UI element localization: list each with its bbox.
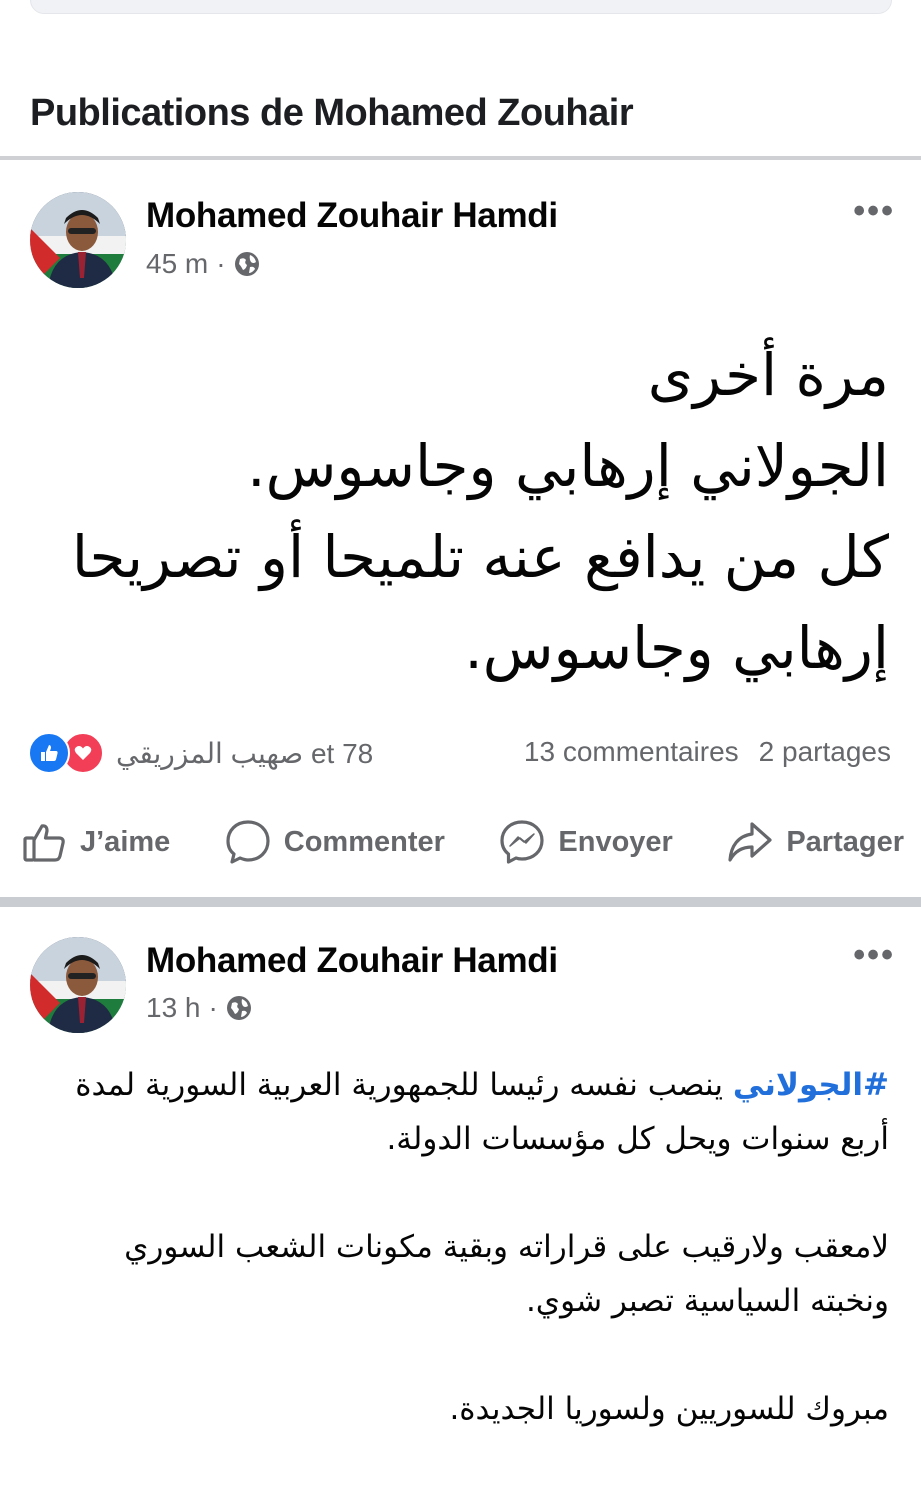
post-actions: J’aime Commenter Envoyer Partager	[20, 818, 904, 866]
thumbs-up-icon	[23, 824, 65, 862]
comments-count[interactable]: 13 commentaires	[524, 736, 739, 768]
messenger-icon	[500, 820, 544, 864]
section-divider	[0, 156, 921, 160]
reactions-names: صهيب المزريقي et 78	[116, 737, 374, 769]
share-arrow-icon	[728, 822, 772, 862]
more-options-button[interactable]: •••	[853, 192, 895, 231]
post-divider	[0, 897, 921, 907]
post-text-line: مرة أخرى	[647, 341, 889, 409]
like-reaction-icon	[28, 732, 70, 774]
post-text-line: الجولاني إرهابي وجاسوس.	[247, 432, 889, 500]
post-stats: 13 commentaires 2 partages	[524, 736, 891, 768]
post-paragraph: مبروك للسوريين ولسوريا الجديدة.	[449, 1391, 889, 1427]
section-title: Publications de Mohamed Zouhair	[30, 92, 634, 134]
post-time[interactable]: 13 h	[146, 992, 201, 1024]
like-label: J’aime	[80, 825, 171, 858]
meta-separator: ·	[208, 992, 218, 1023]
post-text: مرة أخرى الجولاني إرهابي وجاسوس. كل من ي…	[40, 330, 889, 694]
shares-count[interactable]: 2 partages	[759, 736, 891, 768]
avatar[interactable]	[30, 192, 126, 288]
previous-card-edge	[30, 0, 892, 14]
hashtag-link[interactable]: #الجولاني	[733, 1067, 889, 1103]
meta-separator: ·	[216, 248, 226, 279]
post-author[interactable]: Mohamed Zouhair Hamdi	[146, 196, 558, 236]
post-meta: 45 m ·	[146, 248, 260, 280]
post-text: #الجولاني ينصب نفسه رئيسا للجمهورية العر…	[40, 1058, 889, 1490]
post-time[interactable]: 45 m	[146, 248, 208, 280]
post-text-line: إرهابي وجاسوس.	[464, 614, 889, 682]
comment-bubble-icon	[226, 820, 270, 864]
post-text-line: كل من يدافع عنه تلميحا أو تصريحا	[71, 523, 889, 591]
post-paragraph: لامعقب ولارقيب على قراراته وبقية مكونات …	[124, 1229, 889, 1319]
globe-icon	[234, 252, 259, 276]
more-options-button[interactable]: •••	[853, 936, 895, 975]
send-label: Envoyer	[558, 825, 673, 858]
like-button[interactable]: J’aime	[20, 818, 170, 866]
share-button[interactable]: Partager	[726, 818, 904, 866]
post-meta: 13 h ·	[146, 992, 252, 1024]
share-label: Partager	[786, 825, 904, 858]
send-button[interactable]: Envoyer	[498, 818, 673, 866]
comment-button[interactable]: Commenter	[224, 818, 445, 866]
avatar[interactable]	[30, 937, 126, 1033]
post-author[interactable]: Mohamed Zouhair Hamdi	[146, 941, 558, 981]
reactions-summary[interactable]: صهيب المزريقي et 78	[28, 732, 373, 774]
globe-icon	[226, 996, 251, 1020]
comment-label: Commenter	[283, 825, 445, 858]
post-paragraph: #الجولاني ينصب نفسه رئيسا للجمهورية العر…	[40, 1058, 889, 1166]
